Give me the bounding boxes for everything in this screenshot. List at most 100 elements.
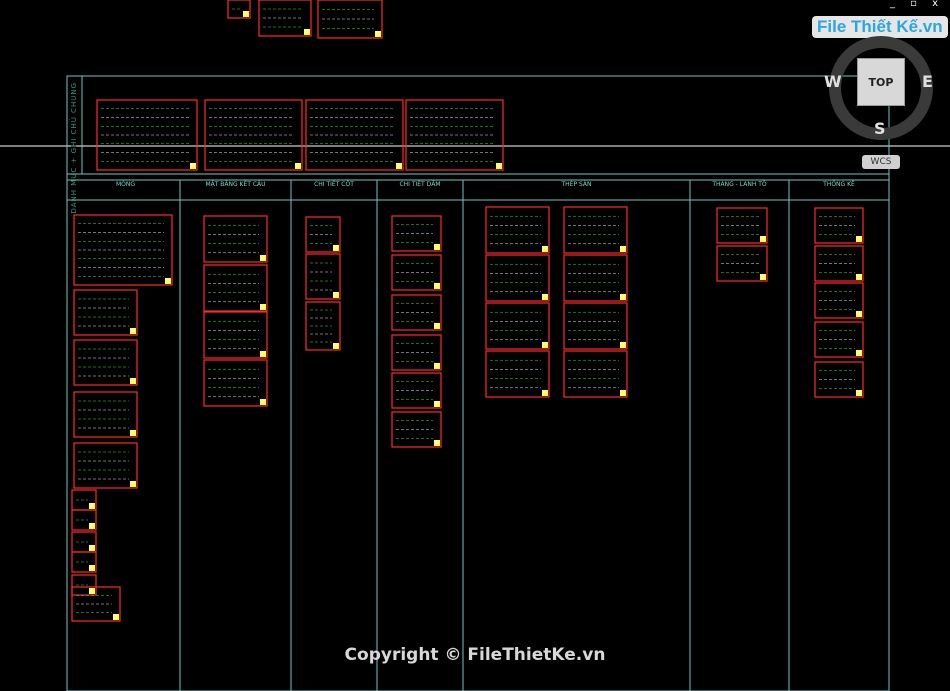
wcs-menu-button[interactable]: WCS xyxy=(862,155,900,169)
column-header: MÓNG xyxy=(115,181,136,188)
drawing-sheet[interactable] xyxy=(73,442,138,489)
sheet-border xyxy=(73,289,138,336)
compass-east[interactable]: E xyxy=(922,72,933,91)
sheet-border xyxy=(485,350,550,398)
drawing-sheet[interactable] xyxy=(258,0,312,37)
title-block xyxy=(620,246,626,252)
title-block xyxy=(113,614,119,620)
title-block xyxy=(89,565,95,571)
drawing-sheet[interactable] xyxy=(391,411,442,448)
copyright-watermark: Copyright © FileThietKe.vn xyxy=(344,645,606,665)
drawing-sheet[interactable] xyxy=(405,99,504,171)
sheet-border xyxy=(563,206,628,254)
drawing-sheet[interactable] xyxy=(814,282,864,319)
title-block xyxy=(130,378,136,384)
drawing-sheet[interactable] xyxy=(391,215,442,252)
title-block xyxy=(434,363,440,369)
sheet-border xyxy=(203,311,268,359)
title-block xyxy=(856,236,862,242)
drawing-sheet[interactable] xyxy=(716,207,768,244)
drawing-sheet[interactable] xyxy=(203,359,268,407)
title-block xyxy=(542,390,548,396)
drawing-sheet[interactable] xyxy=(71,531,97,553)
title-block xyxy=(165,278,171,284)
drawing-sheet[interactable] xyxy=(71,574,97,596)
drawing-sheet[interactable] xyxy=(305,99,404,171)
sheet-border xyxy=(563,254,628,302)
drawing-sheet[interactable] xyxy=(71,489,97,511)
sheet-border xyxy=(563,302,628,350)
drawing-sheet[interactable] xyxy=(485,254,550,302)
title-block xyxy=(856,274,862,280)
drawing-sheet[interactable] xyxy=(485,206,550,254)
drawing-sheet[interactable] xyxy=(563,302,628,350)
column-dividers xyxy=(179,180,790,691)
sheet-border xyxy=(563,350,628,398)
drawing-sheet[interactable] xyxy=(73,214,173,286)
title-block xyxy=(89,503,95,509)
title-block xyxy=(89,545,95,551)
sheet-border xyxy=(485,206,550,254)
title-block xyxy=(620,294,626,300)
title-block xyxy=(856,311,862,317)
title-block xyxy=(542,246,548,252)
drawing-sheet[interactable] xyxy=(814,321,864,358)
drawing-sheet[interactable] xyxy=(391,334,442,371)
drawing-sheet[interactable] xyxy=(814,245,864,282)
drawing-sheet[interactable] xyxy=(305,301,341,351)
drawing-sheet[interactable] xyxy=(203,215,268,263)
drawing-sheet[interactable] xyxy=(96,99,198,171)
title-block xyxy=(542,342,548,348)
viewcube-top-button[interactable]: TOP xyxy=(857,58,905,106)
title-block xyxy=(620,342,626,348)
title-block xyxy=(542,294,548,300)
drawing-sheet[interactable] xyxy=(485,302,550,350)
title-block xyxy=(856,350,862,356)
compass-west[interactable]: W xyxy=(824,72,842,91)
drawing-sheet[interactable] xyxy=(391,294,442,331)
drawing-sheet[interactable] xyxy=(305,216,341,253)
title-block xyxy=(434,401,440,407)
title-block xyxy=(260,255,266,261)
drawing-sheet[interactable] xyxy=(227,0,251,19)
drawing-sheet[interactable] xyxy=(716,245,768,282)
drawing-sheet[interactable] xyxy=(71,509,97,531)
drawing-sheet[interactable] xyxy=(71,551,97,573)
title-block xyxy=(260,304,266,310)
compass-south[interactable]: S xyxy=(874,119,886,138)
drawing-sheet[interactable] xyxy=(73,289,138,336)
drawing-sheet[interactable] xyxy=(814,361,864,398)
title-block xyxy=(333,343,339,349)
title-block xyxy=(304,29,310,35)
title-block xyxy=(243,11,249,17)
drawing-sheet[interactable] xyxy=(814,207,864,244)
drawing-sheet[interactable] xyxy=(204,99,303,171)
site-logo: File Thiết Kế.vn xyxy=(812,16,948,38)
sheet-border xyxy=(203,264,268,312)
drawing-sheets[interactable] xyxy=(71,0,864,622)
drawing-sheet[interactable] xyxy=(203,311,268,359)
sheet-border xyxy=(203,215,268,263)
title-block xyxy=(260,399,266,405)
title-block xyxy=(89,588,95,594)
drawing-sheet[interactable] xyxy=(563,254,628,302)
drawing-sheet[interactable] xyxy=(563,350,628,398)
title-block xyxy=(333,245,339,251)
column-header: CHI TIẾT CỘT xyxy=(314,181,354,188)
drawing-sheet[interactable] xyxy=(563,206,628,254)
title-block xyxy=(130,430,136,436)
title-block xyxy=(333,292,339,298)
column-header: THỐNG KÊ xyxy=(823,181,855,188)
drawing-sheet[interactable] xyxy=(391,254,442,291)
sheet-border xyxy=(485,254,550,302)
drawing-sheet[interactable] xyxy=(485,350,550,398)
title-block xyxy=(375,31,381,37)
cad-model-space[interactable] xyxy=(0,0,950,691)
drawing-sheet[interactable] xyxy=(317,0,383,39)
window-controls[interactable]: _ ▫ x xyxy=(890,0,944,9)
drawing-sheet[interactable] xyxy=(305,253,341,300)
drawing-sheet[interactable] xyxy=(73,391,138,438)
drawing-sheet[interactable] xyxy=(73,339,138,386)
drawing-sheet[interactable] xyxy=(203,264,268,312)
drawing-sheet[interactable] xyxy=(391,372,442,409)
